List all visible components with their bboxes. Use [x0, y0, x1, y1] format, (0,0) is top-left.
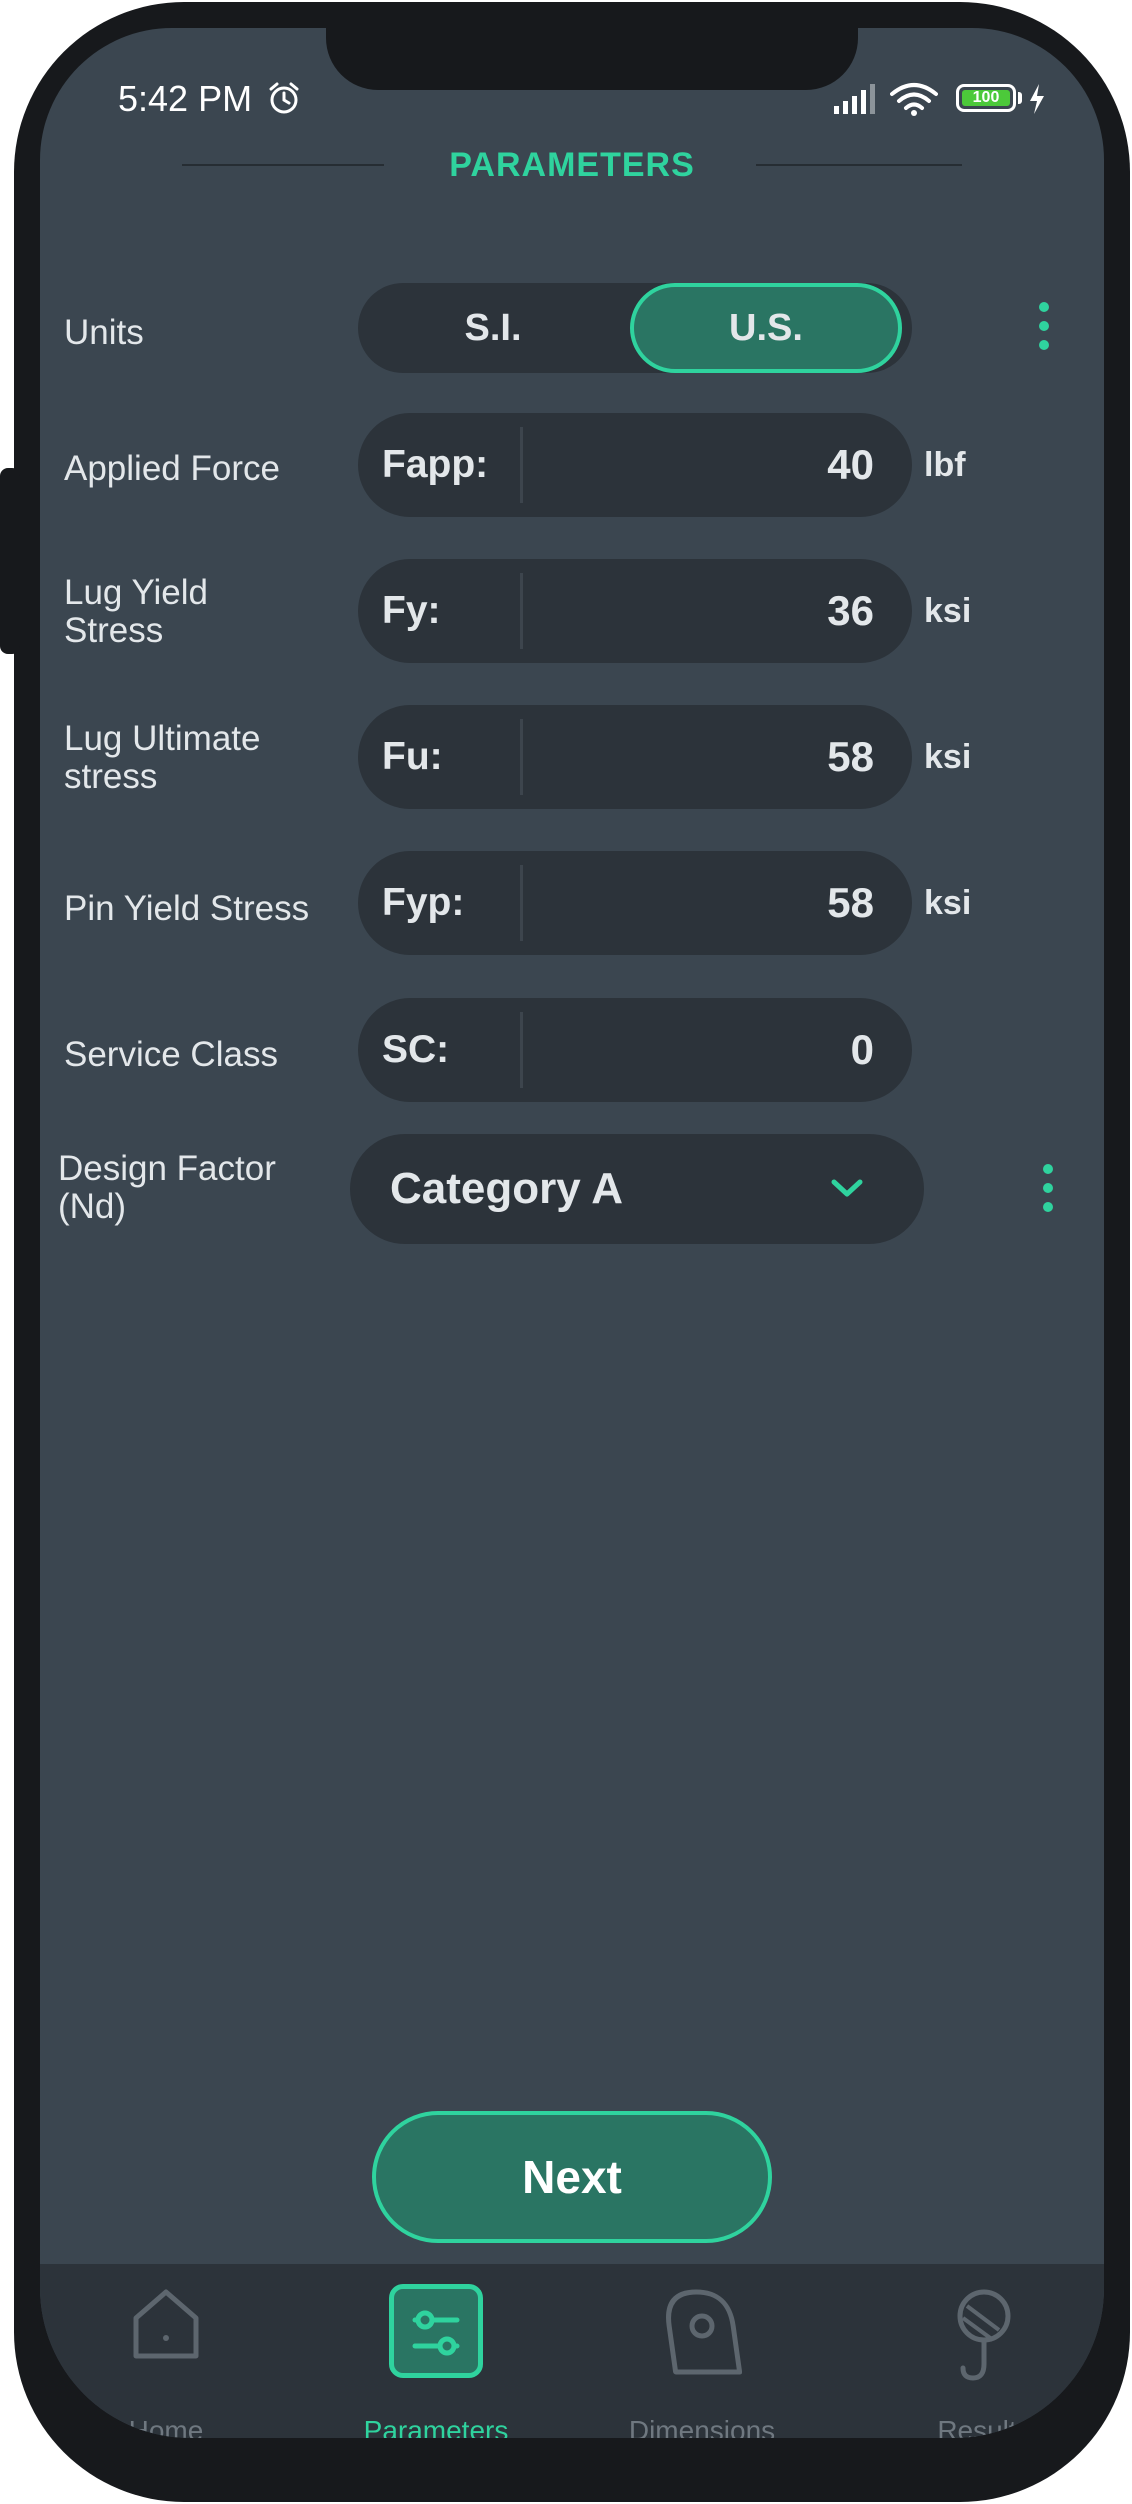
lug-yield-stress-label: Lug Yield Stress: [64, 574, 208, 650]
nav-label-parameters: Parameters: [363, 2415, 509, 2439]
header-divider-right: [756, 164, 962, 166]
sliders-icon: [412, 2310, 460, 2356]
battery-level: 100: [962, 90, 1010, 106]
nav-item-parameters[interactable]: Parameters: [336, 2264, 536, 2438]
nav-item-results[interactable]: Results: [884, 2264, 1084, 2438]
phone-notch: [326, 28, 858, 90]
design-factor-label-line2: (Nd): [58, 1187, 127, 1226]
hook-icon: [957, 2289, 1011, 2381]
chevron-down-icon: [831, 1179, 863, 1197]
design-factor-select[interactable]: Category A: [350, 1134, 924, 1244]
lug-ultimate-stress-prefix: Fu:: [382, 735, 443, 778]
field-divider: [520, 865, 523, 941]
service-class-label: Service Class: [64, 1035, 278, 1074]
next-button[interactable]: Next: [372, 2111, 772, 2243]
battery-cap: [1018, 92, 1022, 104]
bottom-nav: Home Parameters Dimensions Results: [40, 2264, 1104, 2438]
nav-item-home[interactable]: Home: [66, 2264, 266, 2438]
field-divider: [520, 1012, 523, 1088]
wifi-icon: [890, 83, 938, 116]
lug-ultimate-stress-label-line2: stress: [64, 757, 158, 796]
charging-bolt-icon: [1030, 84, 1044, 114]
units-option-si[interactable]: S.I.: [358, 283, 628, 373]
lug-yield-stress-label-line1: Lug Yield: [64, 573, 209, 612]
lug-yield-stress-unit: ksi: [924, 592, 972, 630]
pin-yield-stress-unit: ksi: [924, 884, 972, 922]
units-label: Units: [64, 313, 144, 352]
lug-yield-stress-prefix: Fy:: [382, 589, 441, 632]
nav-label-results: Results: [937, 2415, 1031, 2439]
design-factor-label-line1: Design Factor: [58, 1149, 276, 1188]
phone-side-button: [0, 468, 20, 654]
nav-label-dimensions: Dimensions: [628, 2415, 776, 2439]
nav-label-home: Home: [128, 2415, 204, 2439]
units-more-icon[interactable]: [1039, 302, 1049, 359]
lug-icon: [666, 2289, 742, 2375]
design-factor-more-icon[interactable]: [1043, 1164, 1053, 1221]
home-icon: [133, 2289, 199, 2359]
lug-yield-stress-value[interactable]: 36: [827, 559, 874, 663]
battery-icon: 100: [956, 84, 1016, 112]
alarm-icon: [269, 82, 299, 114]
field-divider: [520, 427, 523, 503]
service-class-input[interactable]: SC: 0: [358, 998, 912, 1102]
applied-force-label: Applied Force: [64, 449, 280, 488]
lug-yield-stress-label-line2: Stress: [64, 611, 164, 650]
applied-force-unit: lbf: [924, 446, 966, 484]
lug-ultimate-stress-input[interactable]: Fu: 58: [358, 705, 912, 809]
applied-force-input[interactable]: Fapp: 40: [358, 413, 912, 517]
service-class-value[interactable]: 0: [851, 998, 874, 1102]
app-screen: 5:42 PM 100 PARAMETERS Units S.I. U.S. A…: [40, 28, 1104, 2438]
pin-yield-stress-label: Pin Yield Stress: [64, 889, 310, 928]
design-factor-selected: Category A: [390, 1164, 624, 1213]
design-factor-label: Design Factor (Nd): [58, 1150, 276, 1226]
nav-item-dimensions[interactable]: Dimensions: [602, 2264, 802, 2438]
applied-force-value[interactable]: 40: [827, 413, 874, 517]
pin-yield-stress-input[interactable]: Fyp: 58: [358, 851, 912, 955]
lug-ultimate-stress-label-line1: Lug Ultimate: [64, 719, 261, 758]
pin-yield-stress-prefix: Fyp:: [382, 881, 465, 924]
pin-yield-stress-value[interactable]: 58: [827, 851, 874, 955]
status-time: 5:42 PM: [118, 78, 253, 119]
signal-icon: [834, 84, 875, 114]
units-toggle: S.I. U.S.: [358, 283, 912, 373]
field-divider: [520, 719, 523, 795]
applied-force-prefix: Fapp:: [382, 443, 489, 486]
field-divider: [520, 573, 523, 649]
service-class-prefix: SC:: [382, 1028, 450, 1071]
lug-ultimate-stress-label: Lug Ultimate stress: [64, 720, 260, 796]
lug-ultimate-stress-value[interactable]: 58: [827, 705, 874, 809]
lug-ultimate-stress-unit: ksi: [924, 738, 972, 776]
lug-yield-stress-input[interactable]: Fy: 36: [358, 559, 912, 663]
units-option-us[interactable]: U.S.: [630, 283, 902, 373]
